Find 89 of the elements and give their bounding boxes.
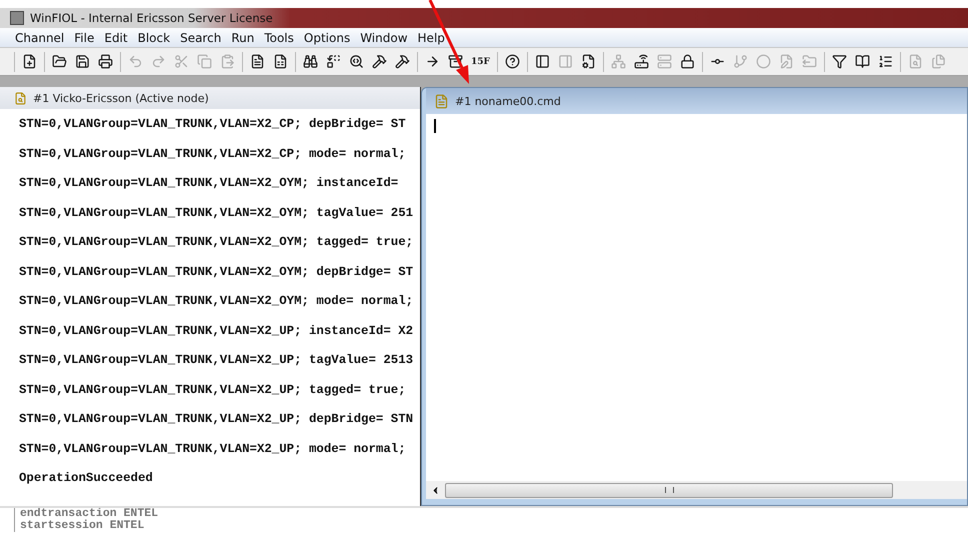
- window-title: WinFIOL - Internal Ericsson Server License: [30, 11, 273, 25]
- filter-icon: [832, 54, 847, 69]
- copy-icon: [197, 54, 212, 69]
- output-line: STN=0,VLANGroup=VLAN_TRUNK,VLAN=X2_UP; tagged= true;: [19, 382, 406, 398]
- document-pen-icon: [778, 54, 794, 69]
- app-icon: [10, 11, 24, 25]
- archive-icon: [448, 54, 463, 69]
- window-title: #1 noname00.cmd: [455, 94, 561, 108]
- arrow-icon: [425, 54, 440, 69]
- menu-item[interactable]: Edit: [99, 30, 133, 44]
- menu-item[interactable]: Help: [412, 30, 450, 44]
- hammer-icon: [372, 54, 387, 69]
- save-button[interactable]: [75, 52, 90, 70]
- document-button[interactable]: [250, 52, 265, 70]
- redo-icon: [151, 54, 166, 69]
- panel-icon: [534, 54, 550, 69]
- archive-button[interactable]: [448, 52, 463, 70]
- output-line: STN=0,VLANGroup=VLAN_TRUNK,VLAN=X2_UP; instanceId= X2: [19, 322, 414, 340]
- find-next-icon: [349, 54, 364, 69]
- menu-item[interactable]: Options: [298, 30, 356, 44]
- document-search-icon: [908, 54, 923, 69]
- document-icon: [434, 94, 449, 108]
- output-line: STN=0,VLANGroup=VLAN_TRUNK,VLAN=X2_UP; depBridge= STN: [19, 411, 414, 428]
- output-line: STN=0,VLANGroup=VLAN_TRUNK,VLAN=X2_CP; mode= normal;: [19, 146, 406, 162]
- hammer-button[interactable]: [372, 52, 387, 70]
- output-line: STN=0,VLANGroup=VLAN_TRUNK,VLAN=X2_CP; depBridge= ST: [19, 116, 406, 133]
- output-line: OperationSucceeded: [19, 470, 153, 487]
- panel-button[interactable]: [534, 52, 550, 70]
- router-button[interactable]: [634, 52, 649, 70]
- menu-item[interactable]: Search: [175, 30, 226, 44]
- help-icon: [504, 54, 520, 69]
- hammer-button[interactable]: [395, 52, 410, 70]
- log-line: startsession ENTEL: [14, 520, 144, 532]
- output-line: STN=0,VLANGroup=VLAN_TRUNK,VLAN=X2_OYM; tagged= true;: [19, 234, 414, 251]
- menu-item[interactable]: File: [69, 30, 100, 44]
- printer-button[interactable]: [98, 52, 113, 70]
- sheet-button[interactable]: [273, 52, 288, 70]
- documents-icon: [930, 54, 946, 69]
- undo-icon: [128, 54, 143, 69]
- replace-icon: [326, 54, 341, 69]
- help-button[interactable]: [504, 52, 520, 70]
- output-line: STN=0,VLANGroup=VLAN_TRUNK,VLAN=X2_OYM; mode= normal;: [19, 293, 414, 310]
- save-icon: [75, 54, 90, 69]
- window-title: #1 Vicko-Ericsson (Active node): [33, 92, 209, 104]
- menu-item[interactable]: Block: [132, 30, 176, 44]
- menu-item[interactable]: Channel: [10, 30, 70, 44]
- document-gear-icon: [580, 54, 596, 69]
- lock-button[interactable]: [680, 52, 695, 70]
- filter-button[interactable]: [832, 52, 847, 70]
- network-icon: [610, 54, 626, 69]
- hammer-icon: [395, 54, 410, 69]
- menu-item[interactable]: Run: [226, 30, 260, 44]
- binoculars-icon: [303, 54, 318, 69]
- document-icon: [250, 54, 265, 69]
- horizontal-scrollbar[interactable]: [426, 481, 967, 499]
- list-icon: [878, 54, 893, 69]
- scroll-thumb[interactable]: [445, 482, 893, 498]
- output-line: STN=0,VLANGroup=VLAN_TRUNK,VLAN=X2_UP; mode= normal;: [19, 440, 406, 458]
- printer-icon: [98, 54, 113, 69]
- scissors-icon: [174, 54, 189, 69]
- replace-button[interactable]: [326, 52, 341, 70]
- output-line: STN=0,VLANGroup=VLAN_TRUNK,VLAN=X2_OYM; tagValue= 251: [19, 204, 414, 222]
- node-icon: [14, 92, 27, 104]
- server-icon: [656, 54, 672, 69]
- panel-icon: [558, 54, 573, 69]
- book-button[interactable]: [854, 52, 870, 70]
- find-next-button[interactable]: [349, 52, 364, 70]
- grip-icon: [664, 487, 674, 493]
- binoculars-button[interactable]: [303, 52, 318, 70]
- new-file-icon: [22, 54, 37, 69]
- folder-arrow-icon: [802, 54, 817, 69]
- paste-icon: [220, 54, 235, 69]
- book-icon: [854, 54, 870, 69]
- router-icon: [634, 54, 649, 69]
- output-line: STN=0,VLANGroup=VLAN_TRUNK,VLAN=X2_OYM; depBridge= ST: [19, 264, 414, 280]
- menu-item[interactable]: Window: [355, 30, 413, 44]
- output-line: STN=0,VLANGroup=VLAN_TRUNK,VLAN=X2_OYM; instanceId=: [19, 175, 398, 192]
- branch-icon: [732, 54, 748, 69]
- sheet-icon: [273, 54, 288, 69]
- log-line: endtransaction ENTEL: [14, 508, 158, 520]
- circle-icon: [756, 54, 771, 69]
- menu-item[interactable]: Tools: [259, 30, 299, 44]
- toolbar-button[interactable]: 15F: [471, 52, 490, 70]
- text-cursor: [434, 119, 436, 133]
- folder-icon: [52, 54, 67, 69]
- new-file-button[interactable]: [22, 52, 37, 70]
- document-gear-button[interactable]: [580, 52, 596, 70]
- output-line: STN=0,VLANGroup=VLAN_TRUNK,VLAN=X2_UP; tagValue= 2513: [19, 352, 414, 369]
- lock-icon: [680, 54, 695, 69]
